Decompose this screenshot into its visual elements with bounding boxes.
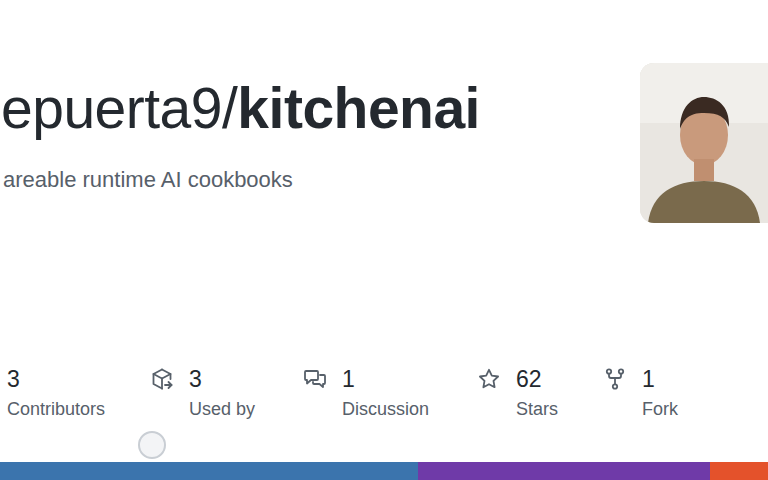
language-bar bbox=[0, 462, 768, 480]
stat-item[interactable]: 1 Discussion bbox=[303, 364, 477, 421]
stat-text: 3 Contributors bbox=[7, 364, 105, 421]
repo-card: epuerta9/kitchenai areable runtime AI coo… bbox=[0, 0, 768, 480]
comment-icon bbox=[303, 367, 327, 391]
stat-label: Fork bbox=[642, 397, 678, 421]
stat-item[interactable]: 62 Stars bbox=[477, 364, 603, 421]
title-block: epuerta9/kitchenai areable runtime AI coo… bbox=[0, 63, 640, 223]
language-segment bbox=[418, 462, 710, 480]
avatar-photo bbox=[640, 63, 768, 223]
language-segment bbox=[710, 462, 768, 480]
stat-text: 62 Stars bbox=[516, 364, 558, 421]
stat-label: Stars bbox=[516, 397, 558, 421]
language-segment bbox=[0, 462, 418, 480]
star-icon bbox=[477, 367, 501, 391]
repo-header: epuerta9/kitchenai areable runtime AI coo… bbox=[0, 0, 768, 223]
stat-text: 3 Used by bbox=[189, 364, 255, 421]
stat-item[interactable]: 3 Used by bbox=[150, 364, 303, 421]
repo-stats: 3 Contributors 3 Used by 1 Discussion 62 Stars 1… bbox=[0, 364, 768, 459]
stat-label: Discussion bbox=[342, 397, 429, 421]
stat-text: 1 Discussion bbox=[342, 364, 429, 421]
fork-icon bbox=[603, 367, 627, 391]
edge-button[interactable] bbox=[138, 431, 166, 459]
stat-count: 1 bbox=[342, 364, 429, 394]
stat-item[interactable]: 1 Fork bbox=[603, 364, 768, 421]
repo-title[interactable]: epuerta9/kitchenai bbox=[1, 77, 640, 140]
stat-item[interactable]: 3 Contributors bbox=[0, 364, 150, 421]
repo-name[interactable]: kitchenai bbox=[237, 76, 480, 140]
stat-text: 1 Fork bbox=[642, 364, 678, 421]
stat-count: 1 bbox=[642, 364, 678, 394]
stat-count: 3 bbox=[7, 364, 105, 394]
package-icon bbox=[150, 367, 174, 391]
stat-label: Used by bbox=[189, 397, 255, 421]
repo-owner[interactable]: epuerta9/ bbox=[1, 76, 237, 140]
stat-label: Contributors bbox=[7, 397, 105, 421]
stat-count: 3 bbox=[189, 364, 255, 394]
stat-count: 62 bbox=[516, 364, 558, 394]
repo-description: areable runtime AI cookbooks bbox=[1, 166, 640, 195]
